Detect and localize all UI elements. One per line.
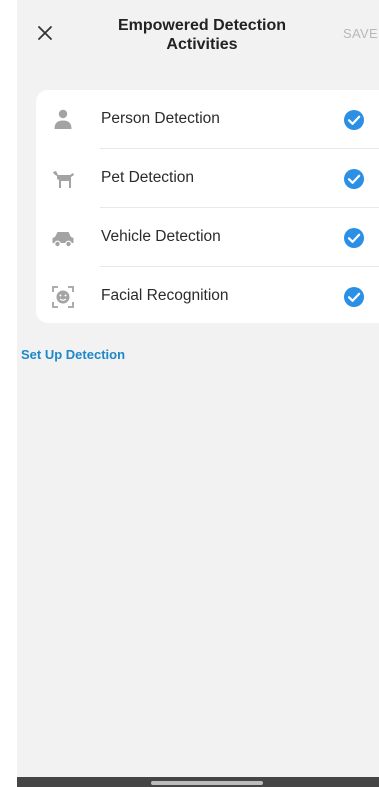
- list-item-facial-recognition[interactable]: Facial Recognition: [36, 267, 379, 323]
- page-title: Empowered Detection Activities: [117, 17, 287, 53]
- header: Empowered Detection Activities SAVE: [17, 0, 379, 72]
- home-indicator[interactable]: [151, 781, 263, 785]
- pet-icon: [53, 171, 74, 188]
- vehicle-icon: [52, 232, 74, 248]
- list-item-person-detection[interactable]: Person Detection: [36, 90, 379, 149]
- close-icon[interactable]: [33, 21, 57, 45]
- person-icon: [54, 109, 72, 129]
- checkmark-icon[interactable]: [343, 109, 365, 131]
- system-nav-bar: [17, 777, 379, 787]
- save-button[interactable]: SAVE: [343, 26, 378, 41]
- detection-list: Person Detection Pet Detection Vehicle D…: [36, 90, 379, 323]
- set-up-detection-link[interactable]: Set Up Detection: [21, 347, 125, 362]
- checkmark-icon[interactable]: [343, 286, 365, 308]
- checkmark-icon[interactable]: [343, 168, 365, 190]
- checkmark-icon[interactable]: [343, 227, 365, 249]
- list-item-label: Person Detection: [101, 110, 220, 127]
- list-item-vehicle-detection[interactable]: Vehicle Detection: [36, 208, 379, 267]
- list-item-pet-detection[interactable]: Pet Detection: [36, 149, 379, 208]
- list-item-label: Vehicle Detection: [101, 228, 221, 245]
- face-icon: [52, 286, 74, 308]
- list-item-label: Pet Detection: [101, 169, 195, 186]
- app-screen: Empowered Detection Activities SAVE Pers…: [17, 0, 379, 787]
- list-item-label: Facial Recognition: [101, 287, 229, 304]
